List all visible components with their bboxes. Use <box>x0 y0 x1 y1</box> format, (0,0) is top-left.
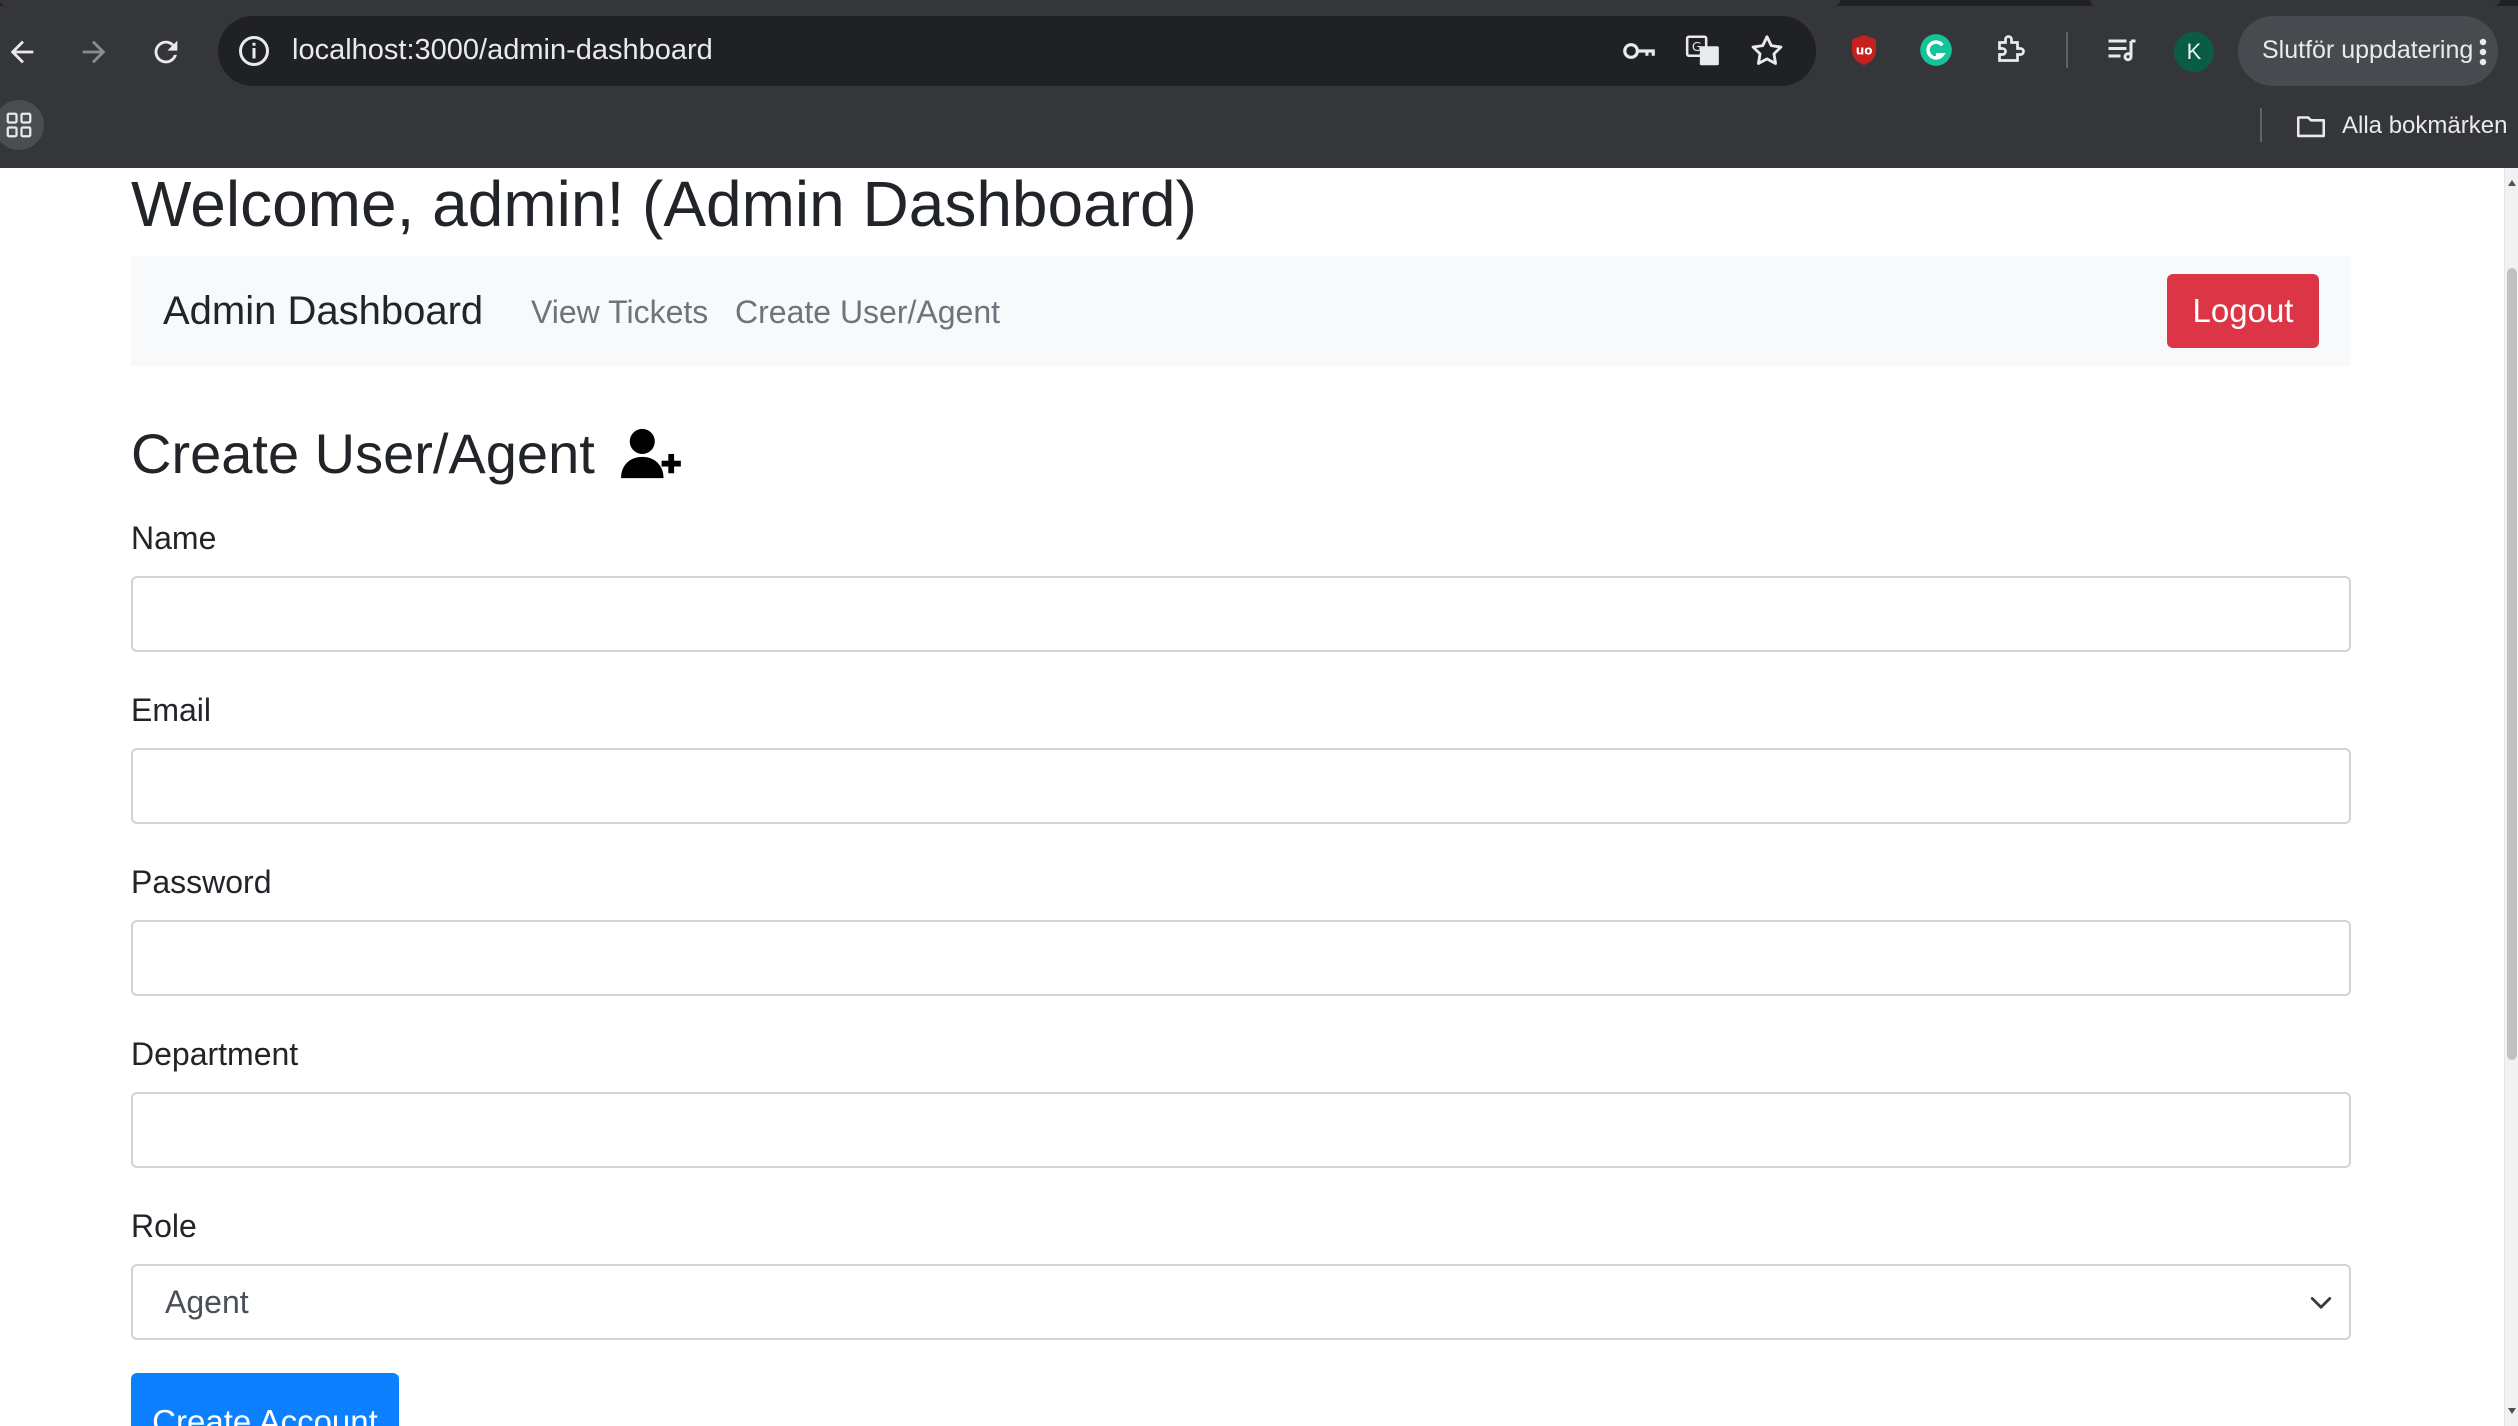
reading-list-icon[interactable] <box>2102 30 2142 70</box>
site-info-icon[interactable] <box>236 33 272 69</box>
key-icon[interactable] <box>1620 32 1658 70</box>
password-label: Password <box>131 864 272 900</box>
all-bookmarks-button[interactable]: Alla bokmärken <box>2294 108 2507 144</box>
name-input[interactable] <box>131 576 2351 652</box>
nav-link-create-user[interactable]: Create User/Agent <box>735 294 1000 331</box>
svg-text:uo: uo <box>1856 44 1873 58</box>
scroll-down-icon[interactable] <box>2508 1408 2516 1414</box>
section-title: Create User/Agent <box>131 421 595 485</box>
kebab-menu-icon[interactable] <box>2478 37 2488 67</box>
role-select-value: Agent <box>165 1284 249 1320</box>
all-bookmarks-label: Alla bokmärken <box>2342 112 2508 139</box>
page-scrollbar[interactable] <box>2504 168 2518 1426</box>
star-icon[interactable] <box>1748 32 1786 70</box>
create-account-button[interactable]: Create Account <box>131 1373 399 1426</box>
forward-arrow-icon[interactable] <box>68 26 120 78</box>
role-label: Role <box>131 1208 197 1244</box>
department-label: Department <box>131 1036 299 1072</box>
tab-strip <box>0 0 2518 6</box>
chevron-down-icon <box>2310 1297 2332 1309</box>
back-arrow-icon[interactable] <box>0 26 48 78</box>
section-header: Create User/Agent <box>131 418 681 488</box>
navbar-brand[interactable]: Admin Dashboard <box>163 289 483 334</box>
scrollbar-thumb[interactable] <box>2507 268 2517 1060</box>
update-label: Slutför uppdatering <box>2262 36 2474 64</box>
puzzle-icon[interactable] <box>1990 30 2030 70</box>
navbar: Admin Dashboard View Tickets Create User… <box>131 256 2351 366</box>
profile-avatar[interactable]: K <box>2174 32 2214 72</box>
scroll-up-icon[interactable] <box>2508 180 2516 186</box>
folder-icon <box>2296 116 2326 138</box>
name-label: Name <box>131 520 217 556</box>
browser-toolbar: localhost:3000/admin-dashboard G uo K Sl… <box>0 0 2518 168</box>
welcome-heading: Welcome, admin! (Admin Dashboard) <box>131 168 1197 240</box>
update-button[interactable]: Slutför uppdatering <box>2238 16 2498 86</box>
bookmarks-separator <box>2260 108 2262 142</box>
logout-button[interactable]: Logout <box>2167 274 2319 348</box>
tab-edge[interactable] <box>2090 0 2500 6</box>
url-text[interactable]: localhost:3000/admin-dashboard <box>292 34 713 67</box>
nav-link-view-tickets[interactable]: View Tickets <box>531 294 708 331</box>
user-plus-icon <box>620 428 681 479</box>
role-select[interactable]: Agent <box>131 1264 2351 1340</box>
ublock-icon[interactable]: uo <box>1844 30 1884 70</box>
svg-text:G: G <box>1692 39 1702 54</box>
reload-icon[interactable] <box>140 26 192 78</box>
active-tab-edge[interactable] <box>0 0 1840 6</box>
translate-icon[interactable]: G <box>1684 32 1722 70</box>
address-bar[interactable]: localhost:3000/admin-dashboard G <box>218 16 1816 86</box>
apps-grid-icon[interactable] <box>0 100 44 150</box>
grammarly-icon[interactable] <box>1916 30 1956 70</box>
department-input[interactable] <box>131 1092 2351 1168</box>
email-label: Email <box>131 692 212 728</box>
toolbar-separator <box>2066 32 2068 68</box>
page-viewport: Welcome, admin! (Admin Dashboard) Admin … <box>0 168 2504 1426</box>
email-input[interactable] <box>131 748 2351 824</box>
password-input[interactable] <box>131 920 2351 996</box>
